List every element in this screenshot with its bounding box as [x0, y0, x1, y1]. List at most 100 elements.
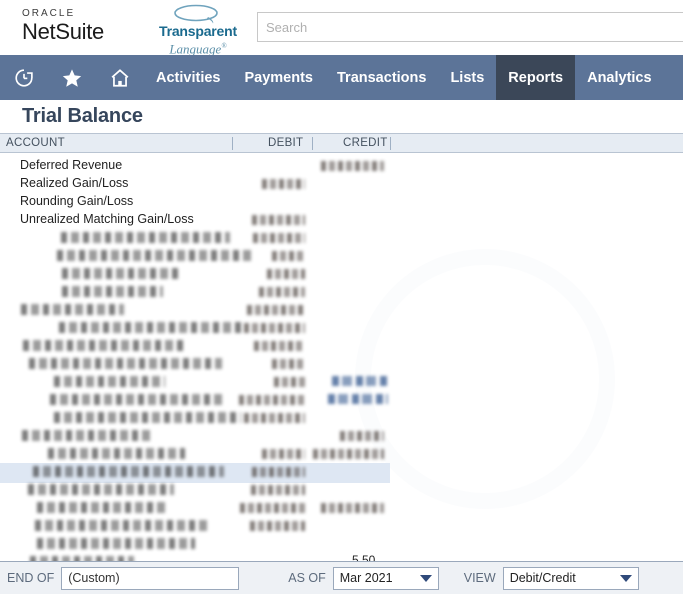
nav-item-transactions[interactable]: Transactions [325, 55, 438, 100]
nav-item-activities[interactable]: Activities [144, 55, 232, 100]
favorites-star-icon[interactable] [48, 55, 96, 100]
row-account-label-redacted[interactable] [61, 232, 230, 243]
row-credit-amount[interactable] [321, 161, 384, 171]
row-debit-amount[interactable] [240, 503, 305, 513]
brand-header: ORACLE NetSuite Transparent Language® [0, 0, 683, 56]
table-row[interactable] [0, 518, 683, 536]
table-row[interactable] [0, 446, 683, 464]
column-resize-handle-account[interactable] [232, 137, 233, 150]
column-header-account[interactable]: ACCOUNT [6, 137, 65, 149]
row-account-label[interactable]: Unrealized Matching Gain/Loss [20, 212, 194, 226]
endof-label: END OF [7, 571, 55, 585]
recent-history-icon[interactable] [0, 55, 48, 100]
row-account-label-redacted[interactable] [37, 538, 195, 549]
global-search [257, 12, 683, 42]
transparent-language-logo: Transparent Language® [148, 4, 248, 56]
row-account-label-redacted[interactable] [28, 484, 174, 495]
row-debit-amount[interactable] [252, 215, 305, 225]
row-account-label-redacted[interactable] [29, 358, 222, 369]
row-debit-amount[interactable] [239, 395, 305, 405]
row-credit-amount[interactable] [328, 394, 388, 404]
table-row[interactable] [0, 482, 683, 500]
view-mode-select[interactable]: Debit/Credit [502, 566, 639, 590]
row-account-label-redacted[interactable] [59, 322, 243, 333]
endof-date-input[interactable] [61, 566, 240, 590]
table-row[interactable] [0, 428, 683, 446]
nav-item-analytics[interactable]: Analytics [575, 55, 663, 100]
row-account-label-redacted[interactable] [48, 448, 185, 459]
row-account-label[interactable]: Rounding Gain/Loss [20, 194, 133, 208]
row-account-label-redacted[interactable] [62, 268, 180, 279]
chevron-down-icon [419, 574, 432, 582]
row-debit-amount[interactable] [262, 179, 305, 189]
table-row[interactable]: Deferred Revenue [0, 158, 683, 176]
row-account-label-redacted[interactable] [54, 412, 241, 423]
home-icon[interactable] [96, 55, 144, 100]
table-row[interactable]: Realized Gain/Loss [0, 176, 683, 194]
column-header-debit[interactable]: DEBIT [268, 137, 303, 149]
table-row[interactable] [0, 320, 683, 338]
nav-item-lists[interactable]: Lists [438, 55, 496, 100]
table-row[interactable] [0, 500, 683, 518]
column-header-credit[interactable]: CREDIT [343, 137, 388, 149]
table-row[interactable]: Unrealized Matching Gain/Loss [0, 212, 683, 230]
row-account-label-redacted[interactable] [54, 376, 165, 387]
row-account-label[interactable]: Realized Gain/Loss [20, 176, 128, 190]
row-debit-amount[interactable] [272, 251, 305, 261]
report-column-header: ACCOUNT DEBIT CREDIT [0, 133, 683, 153]
row-account-label-redacted[interactable] [22, 430, 154, 441]
row-account-label-redacted[interactable] [23, 340, 186, 351]
row-debit-amount[interactable] [244, 413, 305, 423]
oracle-netsuite-logo[interactable]: ORACLE NetSuite [22, 8, 132, 44]
row-account-label[interactable]: Deferred Revenue [20, 158, 122, 172]
netsuite-trial-balance-page: ORACLE NetSuite Transparent Language® Se… [0, 0, 683, 594]
row-account-label-redacted[interactable] [62, 286, 163, 297]
main-navigation-bar: Activities Payments Transactions Lists R… [0, 55, 683, 100]
view-label: VIEW [463, 571, 496, 585]
row-debit-amount[interactable] [247, 305, 305, 315]
row-account-label-redacted[interactable] [35, 520, 209, 531]
column-resize-handle-credit[interactable] [390, 137, 391, 150]
row-credit-amount[interactable] [340, 431, 384, 441]
search-input[interactable] [257, 12, 683, 42]
row-credit-amount[interactable] [332, 376, 388, 386]
table-row[interactable] [0, 230, 683, 248]
table-row[interactable] [0, 554, 683, 561]
row-account-label-redacted[interactable] [57, 250, 253, 261]
row-debit-amount[interactable] [254, 341, 305, 351]
row-debit-amount[interactable] [274, 377, 305, 387]
row-account-label-redacted[interactable] [33, 466, 224, 477]
table-row[interactable] [0, 284, 683, 302]
row-debit-amount[interactable] [244, 323, 305, 333]
nav-item-payments[interactable]: Payments [232, 55, 325, 100]
row-debit-amount[interactable] [251, 485, 305, 495]
row-credit-amount[interactable] [313, 449, 384, 459]
asof-period-select[interactable]: Mar 2021 [332, 566, 439, 590]
row-debit-amount[interactable] [259, 287, 305, 297]
table-row[interactable] [0, 356, 683, 374]
row-debit-amount[interactable] [250, 521, 305, 531]
table-row[interactable] [0, 266, 683, 284]
row-debit-amount[interactable] [272, 359, 305, 369]
report-rows-container[interactable]: Deferred Revenue Realized Gain/Loss Roundi… [0, 154, 683, 561]
row-debit-amount[interactable] [267, 269, 305, 279]
row-debit-amount[interactable] [253, 233, 305, 243]
asof-label: AS OF [288, 571, 326, 585]
partial-total-amount: 5.50 [352, 553, 376, 561]
page-title: Trial Balance [0, 100, 683, 133]
row-debit-amount[interactable] [252, 467, 305, 477]
table-row[interactable] [0, 302, 683, 320]
table-row[interactable] [0, 536, 683, 554]
table-row[interactable]: Rounding Gain/Loss [0, 194, 683, 212]
nav-item-reports[interactable]: Reports [496, 55, 576, 100]
table-row[interactable] [0, 463, 683, 483]
row-account-label-redacted[interactable] [21, 304, 124, 315]
row-credit-amount[interactable] [321, 503, 384, 513]
row-account-label-redacted[interactable] [37, 502, 165, 513]
table-row[interactable] [0, 248, 683, 266]
table-row[interactable] [0, 410, 683, 428]
row-debit-amount[interactable] [262, 449, 305, 459]
table-row[interactable] [0, 338, 683, 356]
column-resize-handle-debit[interactable] [312, 137, 313, 150]
row-account-label-redacted[interactable] [50, 394, 226, 405]
